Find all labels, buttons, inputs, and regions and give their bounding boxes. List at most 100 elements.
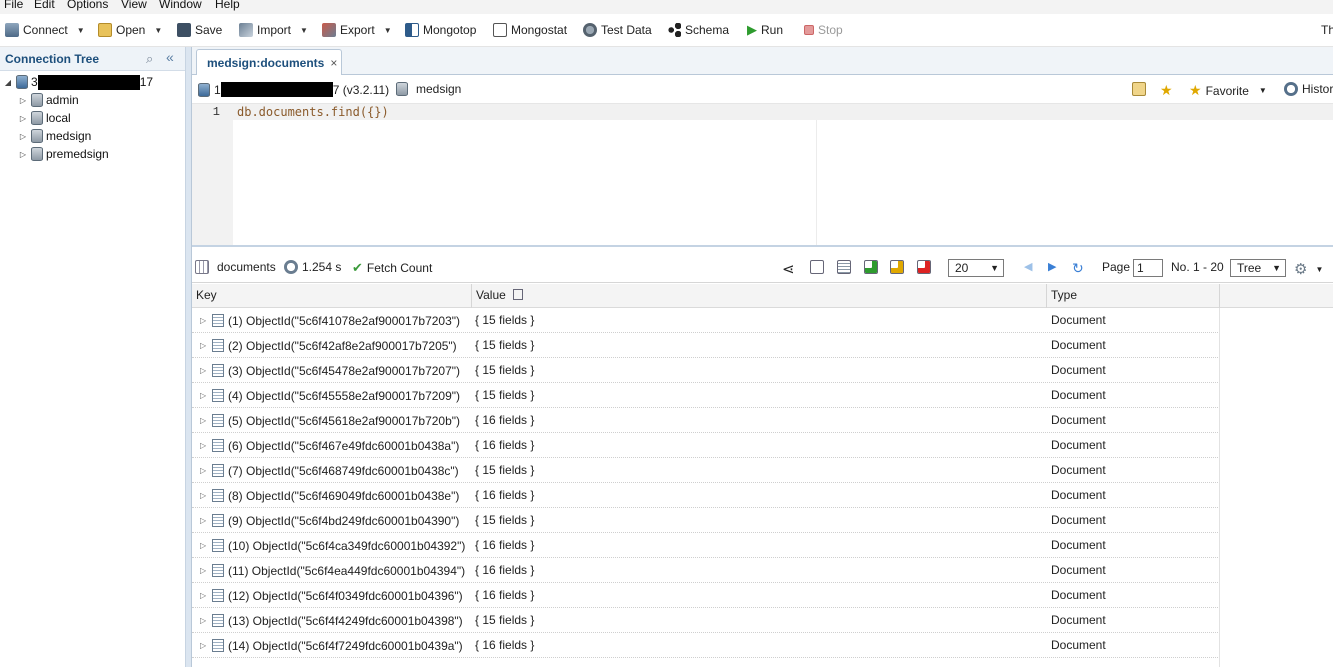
expand-triangle-icon[interactable]: ▷ — [200, 584, 208, 608]
table-row[interactable]: ▷ (13) ObjectId("5c6f4f4249fdc60001b04398… — [192, 608, 1220, 633]
expand-triangle-icon[interactable]: ▷ — [200, 409, 208, 433]
server-icon — [16, 75, 28, 89]
export-icon — [322, 23, 336, 37]
query-code[interactable]: db.documents.find({}) — [237, 105, 389, 119]
table-grid-icon — [195, 260, 209, 274]
star-plus-icon: ★ — [1160, 82, 1173, 98]
expand-triangle-icon[interactable]: ▷ — [200, 459, 208, 483]
row-type: Document — [1051, 313, 1106, 327]
save-button[interactable]: Save — [177, 21, 222, 39]
mongotop-button[interactable]: Mongotop — [405, 21, 476, 39]
menu-window[interactable]: Window — [159, 0, 202, 11]
schema-view-button[interactable]: ⋖ — [782, 260, 795, 278]
export-button[interactable]: Export ▼ — [322, 21, 392, 39]
row-value: { 16 fields } — [475, 488, 535, 502]
add-document-button[interactable] — [864, 260, 878, 274]
open-button[interactable]: Open ▼ — [98, 21, 162, 39]
stopwatch-icon — [284, 260, 298, 274]
delete-document-button[interactable] — [917, 260, 931, 274]
database-icon — [31, 111, 43, 125]
query-editor[interactable]: 1 db.documents.find({}) — [192, 104, 1333, 247]
expand-triangle-icon[interactable]: ▷ — [200, 534, 208, 558]
tree-db-medsign[interactable]: ▷ medsign — [18, 127, 91, 145]
menu-help[interactable]: Help — [215, 0, 240, 11]
tree-root-connection[interactable]: ◢ 3 17 — [3, 73, 153, 91]
add-favorite-button[interactable]: ★ — [1160, 82, 1173, 99]
table-row[interactable]: ▷ (6) ObjectId("5c6f467e49fdc60001b0438a"… — [192, 433, 1220, 458]
page-input[interactable]: 1 — [1133, 259, 1163, 277]
favorite-menu-button[interactable]: ★ Favorite ▼ — [1189, 82, 1267, 99]
refresh-button[interactable]: ↻ — [1072, 260, 1084, 277]
toolbar-overflow-text: Th — [1321, 23, 1333, 37]
menu-file[interactable]: File — [4, 0, 23, 11]
table-row[interactable]: ▷ (11) ObjectId("5c6f4ea449fdc60001b04394… — [192, 558, 1220, 583]
mongostat-button[interactable]: Mongostat — [493, 21, 567, 39]
table-row[interactable]: ▷ (1) ObjectId("5c6f41078e2af900017b7203"… — [192, 308, 1220, 333]
history-button[interactable]: Histor — [1284, 82, 1333, 96]
tree-db-admin[interactable]: ▷ admin — [18, 91, 79, 109]
row-key: (5) ObjectId("5c6f45618e2af900017b720b") — [228, 413, 461, 428]
run-button[interactable]: ▶ Run — [747, 21, 783, 39]
expand-triangle-icon[interactable]: ▷ — [200, 634, 208, 658]
menu-options[interactable]: Options — [67, 0, 108, 11]
expand-triangle-icon[interactable]: ▷ — [200, 609, 208, 633]
fetch-count-button[interactable]: ✔ Fetch Count — [352, 260, 432, 276]
column-header-value[interactable]: Value — [472, 284, 1047, 308]
column-header-type[interactable]: Type — [1047, 284, 1220, 308]
expand-triangle-icon[interactable]: ▷ — [200, 384, 208, 408]
table-right-border — [1219, 308, 1220, 667]
import-button[interactable]: Import ▼ — [239, 21, 308, 39]
expand-triangle-icon[interactable]: ▷ — [200, 434, 208, 458]
share-nodes-icon: ⋖ — [782, 261, 795, 278]
document-icon — [212, 314, 224, 327]
table-row[interactable]: ▷ (12) ObjectId("5c6f4f0349fdc60001b04396… — [192, 583, 1220, 608]
server-icon — [198, 82, 210, 97]
page-size-select[interactable]: 20 ▼ — [948, 259, 1004, 277]
table-row[interactable]: ▷ (10) ObjectId("5c6f4ca349fdc60001b04392… — [192, 533, 1220, 558]
close-icon[interactable]: × — [330, 56, 337, 70]
edit-json-button[interactable] — [837, 260, 851, 274]
view-document-button[interactable] — [810, 260, 824, 274]
expand-triangle-icon[interactable]: ▷ — [200, 334, 208, 358]
table-row[interactable]: ▷ (4) ObjectId("5c6f45558e2af900017b7209"… — [192, 383, 1220, 408]
row-key: (12) ObjectId("5c6f4f0349fdc60001b04396"… — [228, 588, 463, 603]
settings-menu-button[interactable]: ⚙ ▼ — [1294, 260, 1323, 278]
copy-query-button[interactable] — [1132, 82, 1146, 96]
chart-icon — [493, 23, 507, 37]
document-icon — [212, 614, 224, 627]
next-page-button[interactable]: ▶ — [1048, 260, 1056, 273]
table-row[interactable]: ▷ (2) ObjectId("5c6f42af8e2af900017b7205"… — [192, 333, 1220, 358]
table-row[interactable]: ▷ (5) ObjectId("5c6f45618e2af900017b720b"… — [192, 408, 1220, 433]
menu-view[interactable]: View — [121, 0, 147, 11]
test-data-button[interactable]: Test Data — [583, 21, 652, 39]
schema-button[interactable]: Schema — [667, 21, 729, 39]
row-key: (14) ObjectId("5c6f4f7249fdc60001b0439a"… — [228, 638, 463, 653]
stop-button[interactable]: Stop — [804, 21, 843, 39]
edit-document-button[interactable] — [890, 260, 904, 274]
delete-document-icon — [917, 260, 931, 274]
column-header-key[interactable]: Key — [192, 284, 472, 308]
table-row[interactable]: ▷ (8) ObjectId("5c6f469049fdc60001b0438e"… — [192, 483, 1220, 508]
search-icon[interactable]: ⌕ — [146, 51, 153, 67]
row-value: { 15 fields } — [475, 388, 535, 402]
collapse-panel-icon[interactable]: « — [166, 49, 174, 65]
table-row[interactable]: ▷ (3) ObjectId("5c6f45478e2af900017b7207"… — [192, 358, 1220, 383]
table-row[interactable]: ▷ (9) ObjectId("5c6f4bd249fdc60001b04390"… — [192, 508, 1220, 533]
table-row[interactable]: ▷ (7) ObjectId("5c6f468749fdc60001b0438c"… — [192, 458, 1220, 483]
document-icon — [212, 589, 224, 602]
expand-triangle-icon[interactable]: ▷ — [200, 484, 208, 508]
expand-triangle-icon[interactable]: ▷ — [200, 359, 208, 383]
row-value: { 16 fields } — [475, 538, 535, 552]
expand-triangle-icon[interactable]: ▷ — [200, 509, 208, 533]
row-value: { 16 fields } — [475, 588, 535, 602]
connect-button[interactable]: Connect ▼ — [5, 21, 85, 39]
tree-db-premedsign[interactable]: ▷ premedsign — [18, 145, 109, 163]
prev-page-button[interactable]: ◀ — [1024, 260, 1032, 273]
tree-db-local[interactable]: ▷ local — [18, 109, 71, 127]
view-mode-select[interactable]: Tree ▼ — [1230, 259, 1286, 277]
expand-triangle-icon[interactable]: ▷ — [200, 309, 208, 333]
tab-medsign-documents[interactable]: medsign:documents × — [196, 49, 342, 75]
expand-triangle-icon[interactable]: ▷ — [200, 559, 208, 583]
table-row[interactable]: ▷ (14) ObjectId("5c6f4f7249fdc60001b0439a… — [192, 633, 1220, 658]
menu-edit[interactable]: Edit — [34, 0, 55, 11]
